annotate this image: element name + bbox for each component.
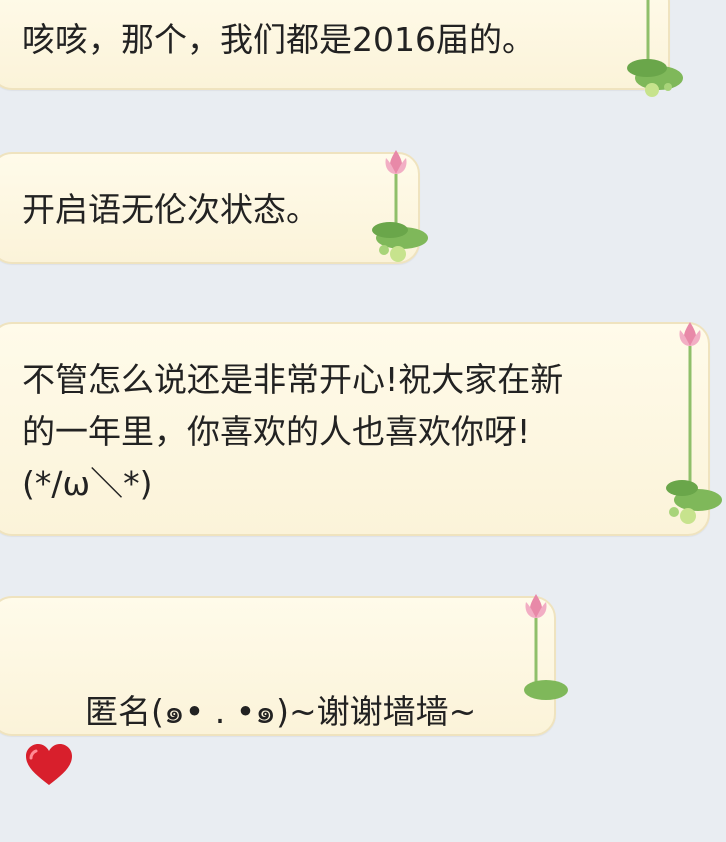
message-text-wrap: 匿名(๑• . •๑)~谢谢墙墙~ (22, 634, 494, 842)
message-bubble[interactable]: 不管怎么说还是非常开心!祝大家在新 的一年里，你喜欢的人也喜欢你呀! (*/ω＼… (0, 322, 710, 536)
heart-icon (26, 744, 72, 785)
message-bubble[interactable]: 开启语无伦次状态。 (0, 152, 420, 264)
message-text: 匿名(๑• . •๑)~谢谢墙墙~ (84, 692, 477, 731)
message-text: 咳咳，那个，我们都是2016届的。 (22, 20, 535, 59)
message-text: 不管怎么说还是非常开心!祝大家在新 的一年里，你喜欢的人也喜欢你呀! (*/ω＼… (22, 360, 564, 503)
chat-thread: 咳咳，那个，我们都是2016届的。 开启语无伦次状态。 不管怎么说还是非常开心!… (0, 0, 726, 785)
message-text: 开启语无伦次状态。 (22, 190, 319, 229)
message-bubble[interactable]: 咳咳，那个，我们都是2016届的。 (0, 0, 670, 90)
message-bubble[interactable]: 匿名(๑• . •๑)~谢谢墙墙~ (0, 596, 556, 785)
